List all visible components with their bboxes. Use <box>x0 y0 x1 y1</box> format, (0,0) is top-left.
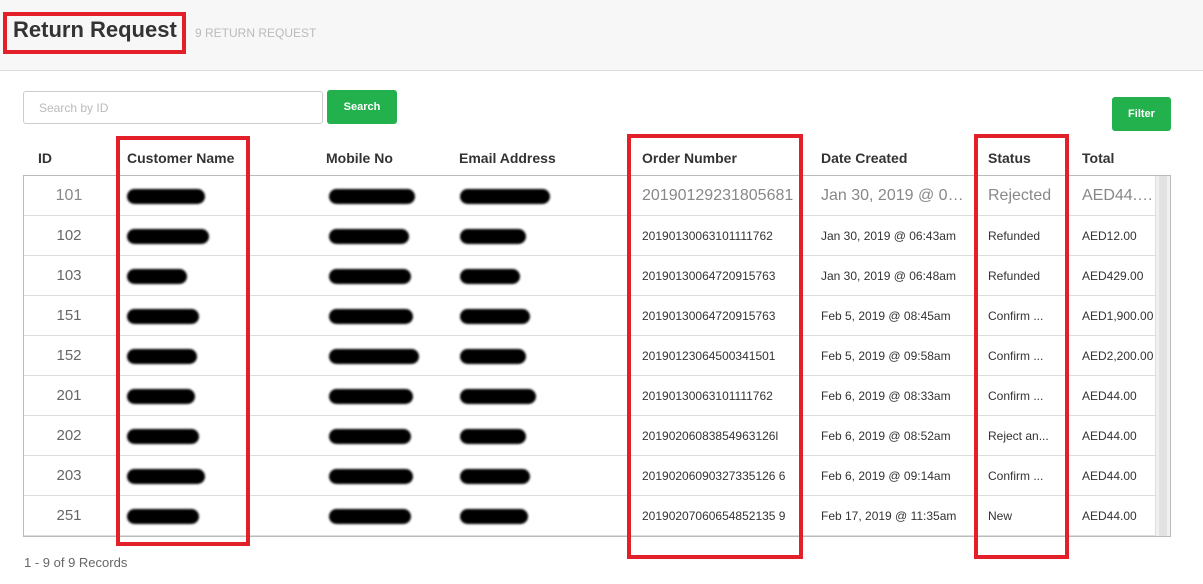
redacted-email-address <box>460 509 528 524</box>
cell-total: AED12.00 <box>1082 229 1137 243</box>
cell-total: AED2,200.00 <box>1082 349 1154 363</box>
column-header-total[interactable]: Total <box>1082 150 1114 166</box>
redacted-email-address <box>460 269 520 284</box>
cell-order: 20190130063101111762 <box>642 389 773 403</box>
redacted-email-address <box>460 349 526 364</box>
cell-total: AED44.00 <box>1082 469 1137 483</box>
cell-order: 20190130063101111762 <box>642 229 773 243</box>
cell-date: Feb 5, 2019 @ 08:45am <box>821 309 951 323</box>
table-row[interactable]: 251 20190207060654852135 9 Feb 17, 2019 @ … <box>24 496 1156 536</box>
redacted-customer-name <box>127 309 199 324</box>
cell-id: 202 <box>56 427 82 444</box>
cell-date: Feb 17, 2019 @ 11:35am <box>821 509 957 523</box>
column-header-date-created[interactable]: Date Created <box>821 150 907 166</box>
column-header-id[interactable]: ID <box>38 150 52 166</box>
cell-date: Feb 6, 2019 @ 09:14am <box>821 469 951 483</box>
redacted-mobile-no <box>329 389 413 404</box>
cell-total: AED1,900.00 <box>1082 309 1154 323</box>
redacted-mobile-no <box>329 189 415 204</box>
cell-status: Reject an... <box>988 429 1049 443</box>
cell-order: 20190206090327335126 6 <box>642 469 786 483</box>
redacted-mobile-no <box>329 349 419 364</box>
table-row[interactable]: 103 20190130064720915763 Jan 30, 2019 @ 06… <box>24 256 1156 296</box>
column-header-mobile-no[interactable]: Mobile No <box>326 150 393 166</box>
cell-id: 101 <box>55 187 83 204</box>
table-row[interactable]: 202 20190206083854963126l Feb 6, 2019 @ 08… <box>24 416 1156 456</box>
cell-date: Jan 30, 2019 @ 06:48am <box>821 269 956 283</box>
redacted-customer-name <box>127 189 205 204</box>
cell-status: Rejected <box>988 187 1052 204</box>
cell-order: 20190129231805681 <box>642 187 794 204</box>
column-header-order-number[interactable]: Order Number <box>642 150 737 166</box>
pagination-info: 1 - 9 of 9 Records <box>24 555 128 570</box>
search-input[interactable] <box>23 91 323 124</box>
cell-order: 20190130064720915763 <box>642 309 776 323</box>
redacted-mobile-no <box>329 309 413 324</box>
table-row[interactable]: 152 20190123064500341501 Feb 5, 2019 @ 09:… <box>24 336 1156 376</box>
redacted-customer-name <box>127 229 209 244</box>
cell-status: Refunded <box>988 229 1041 243</box>
search-button[interactable]: Search <box>327 90 397 124</box>
redacted-mobile-no <box>329 229 409 244</box>
redacted-email-address <box>460 429 526 444</box>
cell-id: 102 <box>56 227 82 244</box>
cell-date: Jan 30, 2019 @ 06:43am <box>821 229 956 243</box>
cell-total: AED44.00 <box>1082 509 1137 523</box>
cell-status: New <box>988 509 1013 523</box>
redacted-email-address <box>460 229 526 244</box>
return-request-table: 251 20190207060654852135 9 Feb 17, 2019 @ … <box>23 175 1171 537</box>
record-count-subtitle: 9 RETURN REQUEST <box>195 26 317 40</box>
table-row[interactable]: 101 20190129231805681 Jan 30, 2019 @ 06:30… <box>24 176 1156 216</box>
cell-total: AED44.00 <box>1082 187 1154 204</box>
redacted-customer-name <box>127 429 199 444</box>
cell-total: AED429.00 <box>1082 269 1144 283</box>
cell-date: Feb 5, 2019 @ 09:58am <box>821 349 951 363</box>
cell-status: Confirm ... <box>988 309 1044 323</box>
column-header-email-address[interactable]: Email Address <box>459 150 556 166</box>
page-title: Return Request <box>13 17 177 42</box>
cell-id: 203 <box>56 467 82 484</box>
table-row[interactable]: 201 20190130063101111762 Feb 6, 2019 @ 08:… <box>24 376 1156 416</box>
redacted-mobile-no <box>329 429 411 444</box>
table-row[interactable]: 151 20190130064720915763 Feb 5, 2019 @ 08:… <box>24 296 1156 336</box>
scrollbar-thumb[interactable] <box>1159 176 1167 536</box>
redacted-customer-name <box>127 469 205 484</box>
cell-date: Feb 6, 2019 @ 08:33am <box>821 389 951 403</box>
cell-status: Confirm ... <box>988 349 1044 363</box>
cell-status: Confirm ... <box>988 469 1044 483</box>
cell-id: 251 <box>56 507 82 524</box>
redacted-mobile-no <box>329 269 411 284</box>
table-row[interactable]: 102 20190130063101111762 Jan 30, 2019 @ 06… <box>24 216 1156 256</box>
redacted-email-address <box>460 189 550 204</box>
cell-id: 152 <box>56 347 82 364</box>
vertical-scrollbar[interactable] <box>1155 176 1170 536</box>
cell-order: 20190130064720915763 <box>642 269 776 283</box>
filter-button[interactable]: Filter <box>1112 97 1171 131</box>
cell-id: 103 <box>56 267 82 284</box>
cell-status: Confirm ... <box>988 389 1044 403</box>
cell-date: Feb 6, 2019 @ 08:52am <box>821 429 951 443</box>
redacted-customer-name <box>127 509 199 524</box>
cell-order: 20190123064500341501 <box>642 349 776 363</box>
cell-status: Refunded <box>988 269 1041 283</box>
column-header-customer-name[interactable]: Customer Name <box>127 150 234 166</box>
redacted-customer-name <box>127 269 187 284</box>
cell-total: AED44.00 <box>1082 389 1137 403</box>
cell-order: 20190207060654852135 9 <box>642 509 786 523</box>
column-header-status[interactable]: Status <box>988 150 1031 166</box>
page-header: Return Request 9 RETURN REQUEST <box>0 0 1203 71</box>
cell-order: 20190206083854963126l <box>642 429 779 443</box>
redacted-email-address <box>460 309 530 324</box>
redacted-mobile-no <box>329 509 411 524</box>
cell-total: AED44.00 <box>1082 429 1137 443</box>
redacted-mobile-no <box>329 469 413 484</box>
table-row[interactable]: 203 20190206090327335126 6 Feb 6, 2019 @ 0… <box>24 456 1156 496</box>
redacted-customer-name <box>127 349 197 364</box>
cell-id: 151 <box>56 307 82 324</box>
cell-id: 201 <box>56 387 82 404</box>
cell-date: Jan 30, 2019 @ 06:30am <box>821 187 971 204</box>
redacted-customer-name <box>127 389 195 404</box>
redacted-email-address <box>460 389 536 404</box>
redacted-email-address <box>460 469 530 484</box>
